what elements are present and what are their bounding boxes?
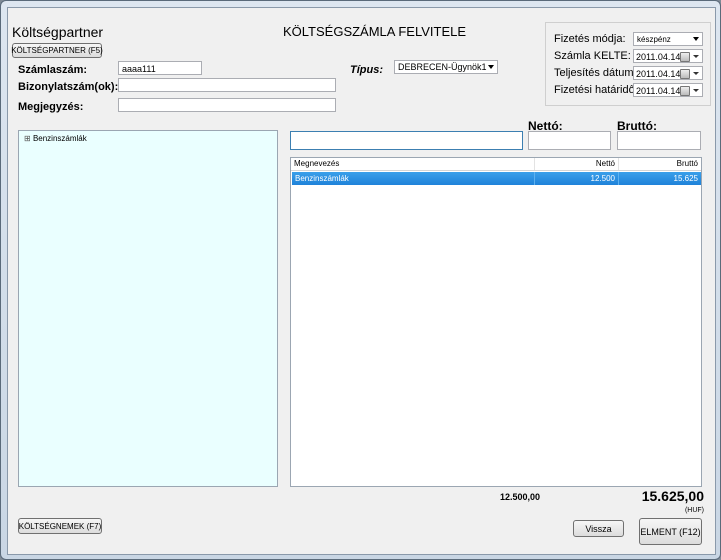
page-title: KÖLTSÉGSZÁMLA FELVITELE xyxy=(283,24,467,39)
back-button[interactable]: Vissza xyxy=(573,520,624,537)
column-header-net[interactable]: Nettó xyxy=(535,158,619,170)
save-button[interactable]: ELMENT (F12) xyxy=(639,518,702,545)
calendar-icon xyxy=(680,86,690,96)
cost-invoice-form: Költségpartner KÖLTSÉGSZÁMLA FELVITELE K… xyxy=(7,7,716,555)
tree-item-benzinszamlak[interactable]: ⊞ Benzinszámlák xyxy=(24,134,87,143)
partner-button[interactable]: KÖLTSÉGPARTNER (F5) xyxy=(11,43,103,58)
chevron-down-icon xyxy=(693,55,699,58)
row-gross: 15.625 xyxy=(673,174,698,183)
expand-icon[interactable]: ⊞ xyxy=(24,134,31,143)
invoice-number-label: Számlaszám: xyxy=(18,64,88,76)
currency-label: (HUF) xyxy=(684,507,704,514)
table-row[interactable]: Benzinszámlák 12.500 15.625 xyxy=(292,172,701,185)
type-select[interactable]: DEBRECEN-Ügynök1 xyxy=(394,60,498,74)
payment-panel: Fizetés módja: készpénz Számla KELTE: 20… xyxy=(545,22,711,106)
due-date-value: 2011.04.14. xyxy=(636,86,683,96)
payment-method-select[interactable]: készpénz xyxy=(633,32,703,46)
chevron-down-icon xyxy=(693,72,699,75)
invoice-number-input[interactable]: aaaa111 xyxy=(118,61,202,75)
row-net: 12.500 xyxy=(535,172,619,185)
gross-total: 15.625,00 xyxy=(641,488,704,504)
chevron-down-icon xyxy=(693,89,699,92)
note-input[interactable] xyxy=(118,98,336,112)
column-header-name[interactable]: Megnevezés xyxy=(291,158,535,170)
calendar-icon xyxy=(680,52,690,62)
net-input[interactable] xyxy=(528,131,611,150)
chevron-down-icon xyxy=(488,65,494,69)
calendar-icon xyxy=(680,69,690,79)
fulfilment-date-value: 2011.04.14. xyxy=(636,69,683,79)
column-header-gross[interactable]: Bruttó xyxy=(619,158,701,170)
gross-input[interactable] xyxy=(617,131,701,150)
chevron-down-icon xyxy=(693,37,699,41)
note-label: Megjegyzés: xyxy=(18,101,84,113)
issue-date-label: Számla KELTE: xyxy=(554,50,631,62)
partner-heading: Költségpartner xyxy=(12,24,104,40)
net-total: 12.500,00 xyxy=(500,492,541,502)
item-name-input[interactable] xyxy=(290,131,523,150)
document-numbers-input[interactable] xyxy=(118,78,336,92)
due-date-picker[interactable]: 2011.04.14. xyxy=(633,83,703,97)
application-window: Költségpartner KÖLTSÉGSZÁMLA FELVITELE K… xyxy=(0,0,721,560)
category-tree[interactable]: ⊞ Benzinszámlák xyxy=(18,130,278,487)
fulfilment-date-picker[interactable]: 2011.04.14. xyxy=(633,66,703,80)
type-label: Típus: xyxy=(350,64,383,76)
payment-method-label: Fizetés módja: xyxy=(554,33,626,45)
type-select-value: DEBRECEN-Ügynök1 xyxy=(398,62,487,72)
issue-date-value: 2011.04.14. xyxy=(636,52,683,62)
issue-date-picker[interactable]: 2011.04.14. xyxy=(633,49,703,63)
due-date-label: Fizetési határidő: xyxy=(554,84,638,96)
fulfilment-date-label: Teljesítés dátuma: xyxy=(554,67,643,79)
tree-item-label: Benzinszámlák xyxy=(32,134,87,143)
row-name: Benzinszámlák xyxy=(292,172,535,185)
cost-types-button[interactable]: KÖLTSÉGNEMEK (F7) xyxy=(18,518,102,534)
document-numbers-label: Bizonylatszám(ok): xyxy=(18,81,119,93)
items-grid[interactable]: Megnevezés Nettó Bruttó Benzinszámlák 12… xyxy=(290,157,702,487)
grid-header: Megnevezés Nettó Bruttó xyxy=(291,158,701,171)
payment-method-value: készpénz xyxy=(637,35,671,44)
